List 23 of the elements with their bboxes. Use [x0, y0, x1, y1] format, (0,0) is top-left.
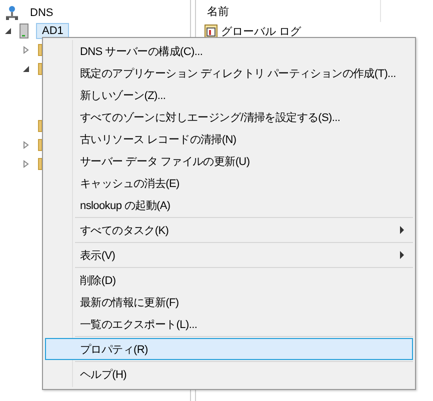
- menu-item[interactable]: 表示(V): [45, 244, 413, 266]
- log-icon: [204, 23, 220, 39]
- menu-item[interactable]: nslookup の起動(A): [45, 194, 413, 216]
- menu-item[interactable]: 古いリソース レコードの清掃(N): [45, 128, 413, 150]
- menu-item[interactable]: キャッシュの消去(E): [45, 172, 413, 194]
- menu-item[interactable]: プロパティ(R): [45, 338, 413, 360]
- tree-item[interactable]: DNS: [24, 5, 60, 21]
- menu-item[interactable]: DNS サーバーの構成(C)...: [45, 40, 413, 62]
- menu-item[interactable]: 新しいゾーン(Z)...: [45, 84, 413, 106]
- column-header[interactable]: 名前: [204, 0, 381, 22]
- menu-item[interactable]: 一覧のエクスポート(L)...: [45, 313, 413, 335]
- menu-item[interactable]: 削除(D): [45, 269, 413, 291]
- list-item[interactable]: グローバル ログ: [221, 24, 302, 38]
- menu-item[interactable]: 既定のアプリケーション ディレクトリ パーティションの作成(T)...: [45, 62, 413, 84]
- menu-item[interactable]: サーバー データ ファイルの更新(U): [45, 150, 413, 172]
- network-icon: [4, 5, 20, 21]
- expander-icon[interactable]: [4, 27, 12, 35]
- menu-item[interactable]: 最新の情報に更新(F): [45, 291, 413, 313]
- menu-item[interactable]: ヘルプ(H): [45, 363, 413, 385]
- menu-item[interactable]: すべてのゾーンに対しエージング/清掃を設定する(S)...: [45, 106, 413, 128]
- menu-item[interactable]: すべてのタスク(K): [45, 219, 413, 241]
- tree-item[interactable]: AD1: [36, 23, 70, 39]
- expander-icon[interactable]: [22, 64, 30, 72]
